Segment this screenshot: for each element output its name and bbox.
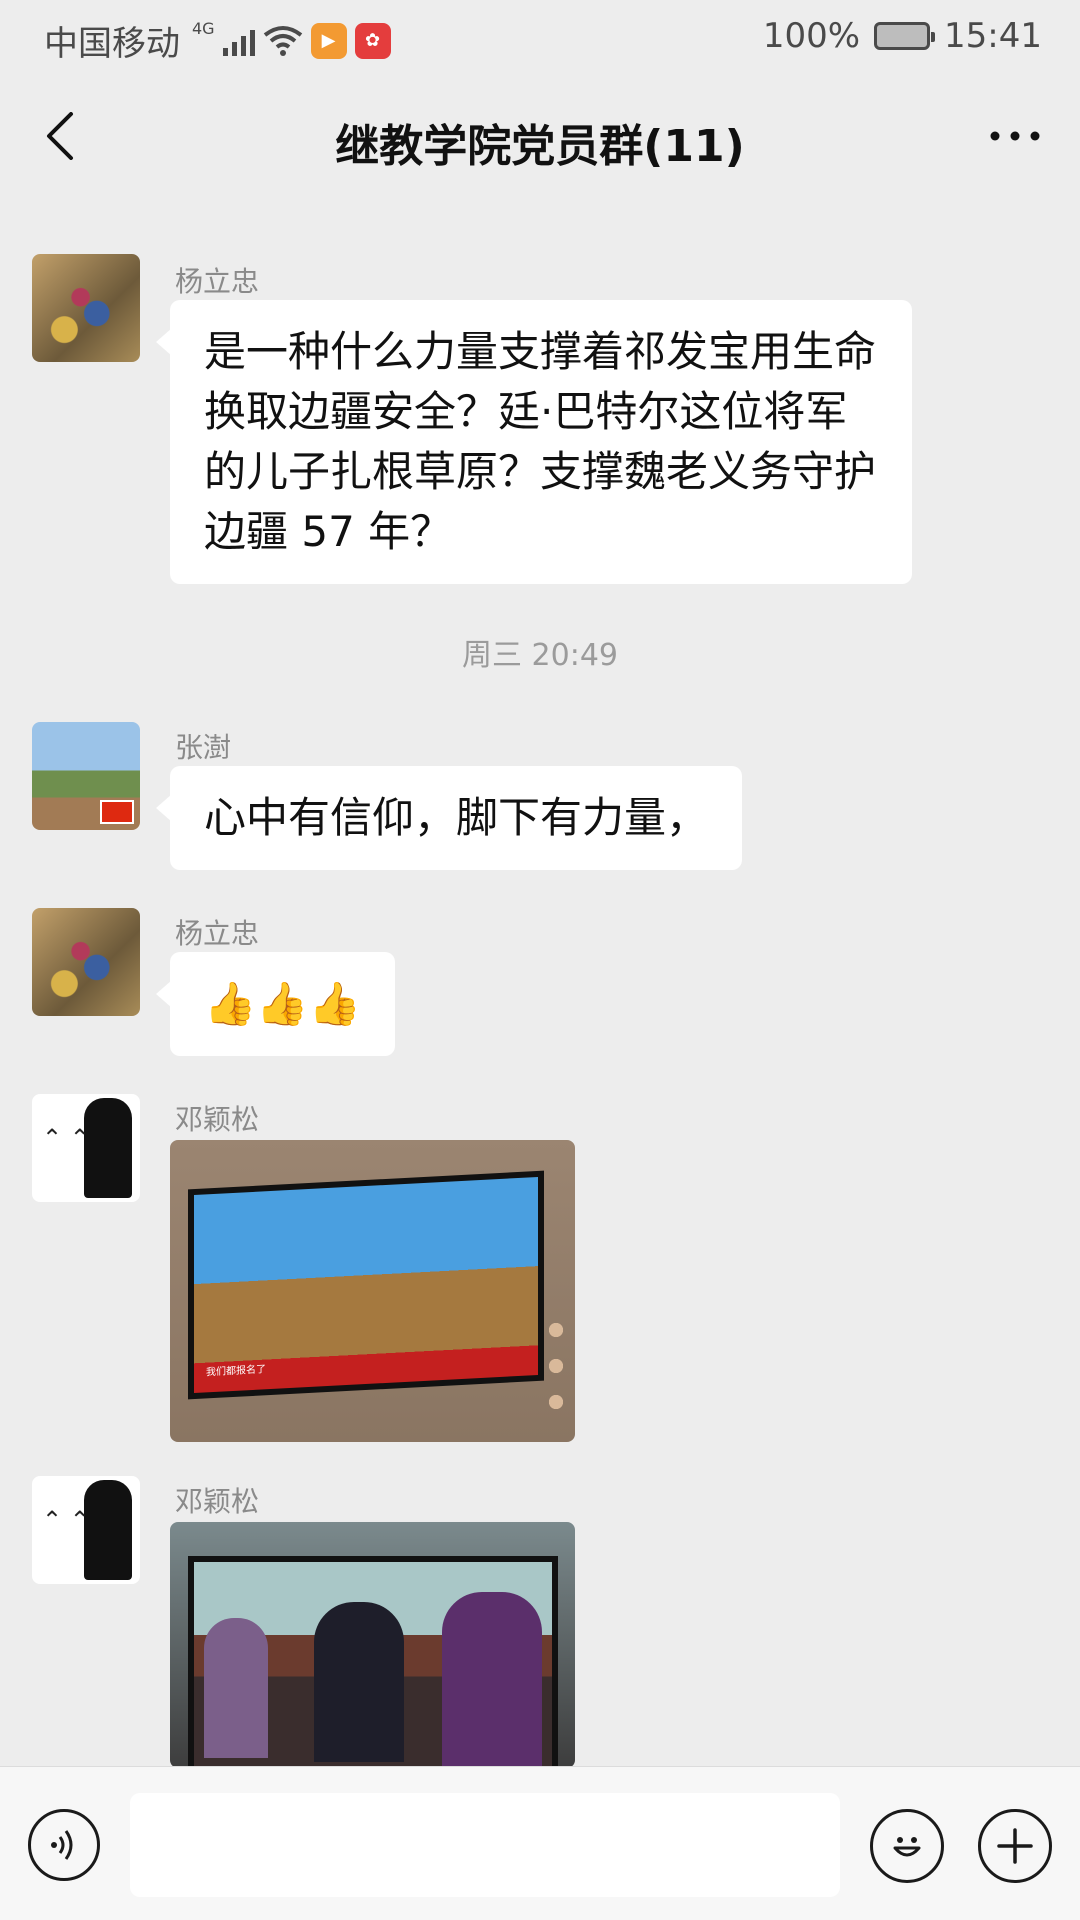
timestamp: 周三 20:49: [462, 638, 618, 673]
message-item: 杨立忠 是一种什么力量支撑着祁发宝用生命换取边疆安全？廷·巴特尔这位将军的儿子扎…: [0, 254, 1080, 594]
image-message[interactable]: 我们都报名了: [170, 1140, 575, 1442]
flag-icon: [100, 800, 134, 824]
sender-name: 邓颖松: [175, 1485, 260, 1518]
battery-percent: 100%: [762, 16, 861, 56]
network-type: 4G: [192, 19, 215, 38]
voice-button[interactable]: [28, 1809, 100, 1881]
clock: 15:41: [944, 16, 1042, 56]
input-bar: [0, 1766, 1080, 1920]
tv-screen: [188, 1556, 558, 1766]
image-caption: 我们都报名了: [206, 1364, 266, 1379]
sender-name: 杨立忠: [175, 917, 260, 950]
signal-icon: [222, 26, 255, 56]
sender-name: 邓颖松: [175, 1103, 260, 1136]
avatar[interactable]: [32, 254, 140, 362]
message-item: ⌃ ⌃ 邓颖松 我们都报名了: [0, 1094, 1080, 1454]
voice-icon: [51, 1830, 73, 1860]
message-bubble[interactable]: 👍👍👍: [156, 952, 395, 1056]
title-bar: 继教学院党员群(11): [0, 76, 1080, 198]
message-item: 张澍 心中有信仰，脚下有力量，: [0, 722, 1080, 892]
message-input[interactable]: [130, 1793, 840, 1897]
message-bubble[interactable]: 是一种什么力量支撑着祁发宝用生命换取边疆安全？廷·巴特尔这位将军的儿子扎根草原？…: [156, 300, 912, 584]
video-app-icon: ▶: [310, 22, 347, 59]
plus-icon: [997, 1828, 1033, 1864]
more-button[interactable]: [980, 116, 1050, 156]
carrier-label: 中国移动: [44, 24, 180, 64]
bird-icon: ⌃ ⌃: [42, 1506, 90, 1534]
bird-icon: ⌃ ⌃: [42, 1124, 90, 1152]
huawei-app-icon: ✿: [354, 22, 391, 59]
message-item: ⌃ ⌃ 邓颖松: [0, 1476, 1080, 1766]
message-item: 杨立忠 👍👍👍: [0, 908, 1080, 1078]
status-right: 100% 15:41: [763, 16, 1042, 56]
wifi-icon: [263, 25, 302, 56]
message-bubble[interactable]: 心中有信仰，脚下有力量，: [155, 766, 743, 870]
sender-name: 张澍: [175, 731, 232, 764]
sender-name: 杨立忠: [175, 265, 260, 298]
emoji-icon: [893, 1837, 921, 1857]
chat-screen: 中国移动 4G ▶ ✿ 100% 15:41 继教学院党员群(11) 杨立忠 是…: [0, 0, 1080, 1920]
chat-title: 继教学院党员群(11): [335, 121, 745, 172]
status-bar: 中国移动 4G ▶ ✿ 100% 15:41: [0, 0, 1080, 76]
flower-decoration: [541, 1312, 571, 1422]
avatar[interactable]: ⌃ ⌃: [32, 1476, 140, 1584]
tv-screen: 我们都报名了: [188, 1170, 544, 1400]
avatar[interactable]: [32, 908, 140, 1016]
status-left: 中国移动 4G ▶ ✿: [44, 16, 391, 65]
image-message[interactable]: [170, 1522, 575, 1766]
avatar[interactable]: [32, 722, 140, 830]
plus-button[interactable]: [978, 1809, 1052, 1883]
battery-icon: [874, 22, 936, 50]
more-dots-icon: [990, 131, 1040, 141]
message-list[interactable]: 杨立忠 是一种什么力量支撑着祁发宝用生命换取边疆安全？廷·巴特尔这位将军的儿子扎…: [0, 198, 1080, 1766]
emoji-button[interactable]: [870, 1809, 944, 1883]
avatar[interactable]: ⌃ ⌃: [32, 1094, 140, 1202]
